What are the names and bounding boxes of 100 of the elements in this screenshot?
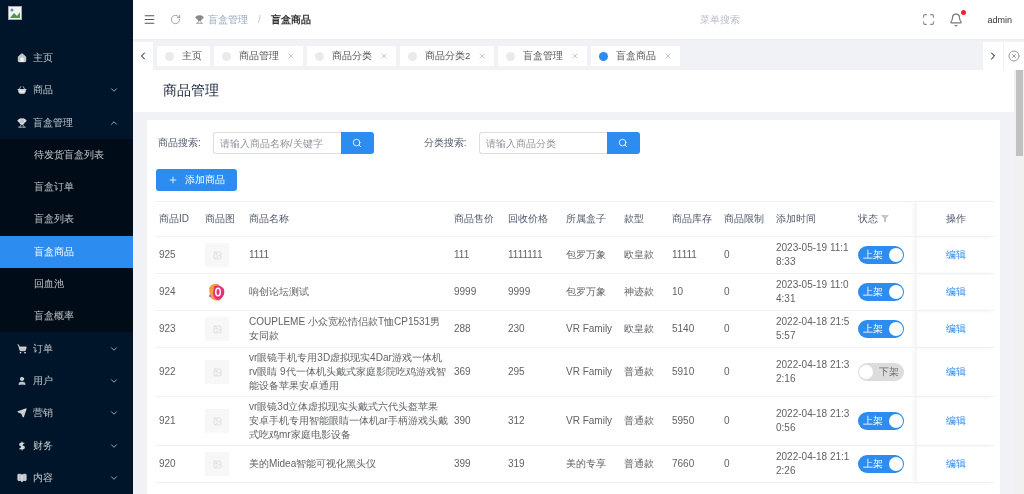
table-cell-text: 2023-05-19 11:18:33 [776, 241, 850, 269]
search-field[interactable]: 请输入商品名称/关键字 [212, 132, 341, 154]
table-cell: 924 [159, 286, 176, 297]
submenu-item[interactable]: 待发货盲盒列表 [0, 138, 133, 171]
table-cell: 5950 [672, 415, 695, 426]
close-all-button[interactable] [1004, 42, 1024, 70]
table-cell: 295 [508, 366, 525, 377]
table-cell-text: 2022-04-18 21:30:56 [776, 407, 851, 435]
table-cell: 11111 [672, 249, 697, 260]
table-cell-text: 2023-05-19 11:04:31 [776, 278, 850, 306]
column-header: 所属盒子 [566, 213, 606, 224]
sidebar-item[interactable]: 商品 [0, 74, 133, 107]
close-icon[interactable] [478, 52, 487, 60]
fullscreen-icon[interactable] [922, 13, 936, 26]
user-name[interactable]: admin [987, 14, 1012, 25]
table-cell: 5140 [672, 323, 695, 334]
menu-icon[interactable] [143, 13, 156, 26]
basket-icon [17, 85, 27, 96]
table-cell: 369 [454, 366, 471, 377]
close-icon[interactable] [664, 52, 673, 60]
close-icon [1008, 50, 1020, 62]
bell-icon[interactable] [949, 12, 964, 27]
table-cell: 9999 [454, 286, 477, 297]
table-cell: 0 [724, 415, 730, 426]
table-cell: vr眼镜3d立体虚拟现实头戴式六代头盔苹果安卓手机专用智能眼睛一体机ar手柄游戏头戴式吃鸡mr家庭电影设备 [249, 401, 448, 440]
table-cell: 0 [724, 458, 730, 469]
search-icon [352, 138, 363, 148]
table-cell: 欧皇款 [624, 323, 654, 334]
table-cell: VR Family [566, 415, 613, 426]
plus-icon [168, 175, 178, 185]
table-cell: 响创论坛测试 [249, 286, 309, 297]
table-cell-text: 2022-04-18 21:32:16 [776, 358, 851, 386]
table-cell: 美的专享 [566, 458, 606, 469]
table-cell: 288 [454, 323, 471, 334]
submenu-item[interactable]: 盲盒列表 [0, 203, 133, 236]
table-cell: 230 [508, 323, 525, 334]
table-cell: 包罗万象 [566, 249, 606, 260]
table-cell: 319 [508, 458, 525, 469]
sidebar-item[interactable]: 营销 [0, 397, 133, 430]
table-cell: 7660 [672, 458, 695, 469]
submenu-item[interactable]: 盲盒概率 [0, 300, 133, 333]
close-icon[interactable] [380, 52, 388, 60]
table-cell: 普通款 [624, 458, 654, 469]
table-cell: 包罗万象 [566, 286, 606, 297]
scrollbar[interactable] [1014, 70, 1024, 494]
column-header: 添加时间 [776, 213, 816, 224]
table-cell: 399 [454, 458, 471, 469]
search-field[interactable]: 请输入商品分类 [478, 132, 607, 154]
edit-link[interactable]: 编辑 [945, 323, 966, 334]
tab[interactable]: 盲盒管理 [498, 46, 588, 66]
table-cell: 普通款 [624, 415, 654, 426]
tab[interactable]: 盲盒商品 [591, 46, 681, 66]
sidebar-item[interactable]: 订单 [0, 332, 133, 365]
sidebar-item[interactable]: 内容 [0, 461, 133, 494]
table-cell: 925 [159, 249, 176, 260]
close-icon[interactable] [287, 52, 295, 60]
table-cell: 0 [724, 249, 730, 260]
search-button[interactable] [340, 132, 374, 154]
edit-link[interactable]: 编辑 [945, 366, 966, 377]
column-header: 商品库存 [672, 213, 712, 224]
table-cell-text: 2022-04-18 21:55:57 [776, 315, 851, 343]
table-cell: 普通款 [624, 366, 654, 377]
close-icon[interactable] [571, 52, 580, 60]
sidebar-item[interactable]: 用户 [0, 364, 133, 398]
scroll-right-button[interactable] [983, 42, 1003, 70]
tab[interactable]: 商品分类 [307, 46, 396, 66]
table-cell: 390 [454, 415, 471, 426]
filter-icon[interactable] [881, 215, 889, 222]
dollar-icon [17, 440, 27, 451]
submenu-item[interactable]: 盲盒订单 [0, 171, 133, 204]
column-header: 商品ID [159, 213, 189, 224]
edit-link[interactable]: 编辑 [945, 286, 966, 297]
table-cell: COUPLEME 小众宽松情侣款T恤CP1531男女同款 [249, 316, 441, 341]
sidebar-item[interactable]: 财务 [0, 429, 133, 462]
search-icon [618, 138, 629, 148]
tab[interactable]: 商品管理 [214, 46, 303, 66]
sidebar-item[interactable]: 盲盒管理 [0, 106, 133, 139]
table-cell: vr眼镜手机专用3D虚拟现实4Dar游戏一体机rv眼睛 9代一体机头戴式家庭影院吃鸡游戏智能设备苹果安卓通用 [249, 352, 446, 391]
refresh-icon[interactable] [170, 14, 181, 25]
table-cell: 1111 [249, 249, 270, 260]
search-button[interactable] [606, 132, 640, 154]
trophy-icon [195, 15, 204, 24]
edit-link[interactable]: 编辑 [945, 249, 966, 260]
submenu-item[interactable]: 回血池 [0, 267, 133, 301]
table-cell: 0 [724, 286, 730, 297]
breadcrumb-separator: / [258, 14, 261, 25]
book-icon [17, 472, 27, 483]
status-toggle[interactable]: 下架 [858, 363, 904, 381]
edit-link[interactable]: 编辑 [945, 415, 966, 426]
edit-link[interactable]: 编辑 [945, 458, 966, 469]
broken-image-icon [8, 6, 22, 20]
tab[interactable]: 主页 [157, 46, 210, 66]
tab[interactable]: 商品分类2 [400, 46, 495, 66]
table-cell: 美的Midea智能可视化黑头仪 [249, 458, 377, 469]
sidebar-item[interactable]: 主页 [0, 41, 133, 75]
scroll-left-button[interactable] [133, 42, 153, 70]
filter-label: 商品搜索: [158, 136, 201, 150]
cart-icon [17, 343, 27, 354]
column-header: 状态 [858, 213, 878, 224]
table-cell: 10 [672, 286, 684, 297]
